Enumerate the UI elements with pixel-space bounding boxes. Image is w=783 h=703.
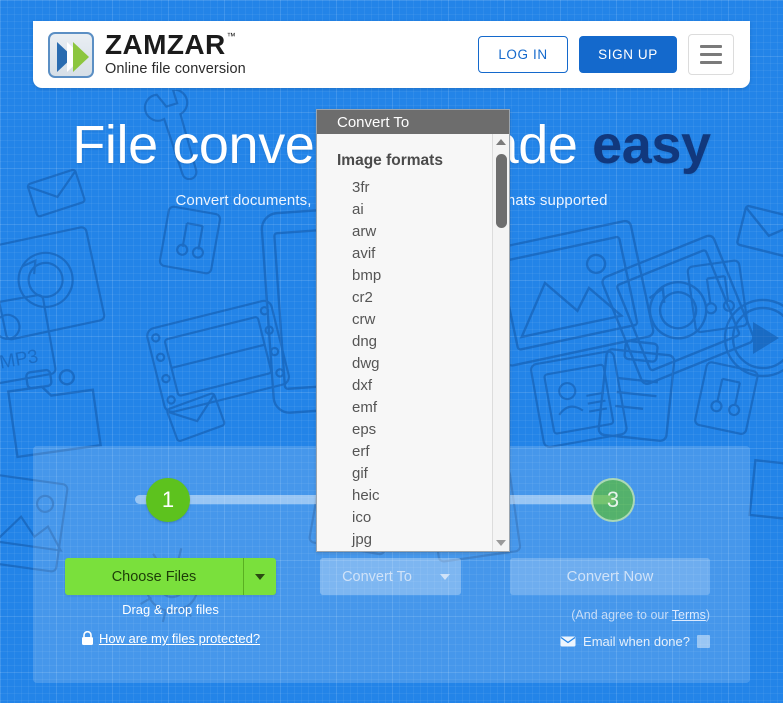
hamburger-menu-icon[interactable] [688, 34, 734, 75]
terms-agreement-text: (And agree to our Terms) [510, 608, 710, 622]
format-option[interactable]: emf [317, 397, 492, 419]
dropdown-body: Image formats 3fr ai arw avif bmp cr2 crw dng dw… [317, 134, 509, 551]
hero-title-accent: easy [592, 115, 711, 175]
wallpaper-mp3-icon: MP3 [0, 293, 57, 385]
brand-tagline: Online file conversion [105, 60, 246, 77]
format-option[interactable]: avif [317, 243, 492, 265]
wallpaper-film-icon [146, 299, 290, 413]
zamzar-logo-icon [48, 31, 94, 78]
format-option[interactable]: jpg [317, 529, 492, 551]
logo[interactable]: ZAMZAR ™ Online file conversion [48, 28, 246, 79]
wallpaper-folder-icon-2 [748, 458, 783, 524]
format-option[interactable]: heic [317, 485, 492, 507]
wallpaper-audio-file-icon [158, 205, 222, 275]
dropdown-scrollbar[interactable] [492, 134, 509, 551]
chevron-down-icon [439, 573, 450, 580]
envelope-icon [560, 636, 576, 647]
format-option[interactable]: eps [317, 419, 492, 441]
step-indicator-3: 3 [591, 478, 635, 522]
format-option[interactable]: gif [317, 463, 492, 485]
menu-bar-1 [700, 45, 722, 48]
wallpaper-audio-icon-3 [694, 361, 759, 435]
format-option[interactable]: 3fr [317, 177, 492, 199]
format-items-container: 3fr ai arw avif bmp cr2 crw dng dwg dxf emf eps erf g… [317, 177, 492, 551]
format-option[interactable]: dxf [317, 375, 492, 397]
convert-to-button[interactable]: Convert To [320, 558, 461, 595]
terms-prefix: (And agree to our [571, 608, 672, 622]
login-button[interactable]: LOG IN [478, 36, 568, 73]
site-header: ZAMZAR ™ Online file conversion LOG IN S… [33, 21, 750, 88]
wallpaper-contact-card-icon [530, 350, 628, 448]
format-option[interactable]: dng [317, 331, 492, 353]
signup-button[interactable]: SIGN UP [579, 36, 677, 73]
menu-bar-3 [700, 61, 722, 64]
svg-text:MP3: MP3 [0, 346, 40, 373]
email-when-done-checkbox[interactable] [697, 635, 710, 648]
menu-bar-2 [700, 53, 722, 56]
wallpaper-mail-icon-2 [166, 392, 226, 443]
scrollbar-thumb[interactable] [496, 154, 507, 228]
format-group-label: Image formats [337, 152, 443, 169]
convert-to-dropdown-panel[interactable]: Convert To Image formats 3fr ai arw avif bmp… [316, 109, 510, 552]
chevron-up-icon [496, 139, 506, 145]
choose-files-button[interactable]: Choose Files [65, 558, 276, 595]
convert-now-button[interactable]: Convert Now [510, 558, 710, 595]
files-protected-link[interactable]: How are my files protected? [99, 631, 260, 646]
wallpaper-play-icon [723, 298, 783, 378]
convert-to-dropdown-toggle[interactable] [428, 558, 461, 595]
scroll-down-button[interactable] [493, 535, 509, 551]
brand-name: ZAMZAR [105, 28, 226, 60]
dropdown-header: Convert To [317, 110, 509, 134]
format-option[interactable]: ico [317, 507, 492, 529]
wallpaper-refresh-doc-icon [0, 226, 106, 341]
format-option[interactable]: erf [317, 441, 492, 463]
format-option[interactable]: ai [317, 199, 492, 221]
step-indicator-1: 1 [146, 478, 190, 522]
drag-drop-hint: Drag & drop files [122, 602, 219, 617]
header-actions: LOG IN SIGN UP [478, 34, 734, 75]
terms-link[interactable]: Terms [672, 608, 706, 622]
format-option[interactable]: dwg [317, 353, 492, 375]
wallpaper-audio-file-icon-2 [686, 259, 749, 334]
lock-icon [81, 631, 93, 645]
page-root: MP3 ZAMZAR ™ Online file conversion LOG … [0, 0, 783, 703]
choose-files-dropdown-toggle[interactable] [243, 558, 276, 595]
scrollbar-track[interactable] [493, 150, 509, 535]
wallpaper-mail-icon [736, 204, 783, 259]
terms-suffix: ) [705, 608, 710, 622]
format-list[interactable]: Image formats 3fr ai arw avif bmp cr2 crw dng dw… [317, 134, 492, 551]
scroll-up-button[interactable] [493, 134, 509, 150]
files-protected-row: How are my files protected? [65, 631, 276, 646]
format-option[interactable]: crw [317, 309, 492, 331]
logo-text: ZAMZAR ™ Online file conversion [105, 28, 246, 79]
email-when-done-label: Email when done? [583, 634, 690, 649]
convert-to-label: Convert To [342, 568, 412, 585]
format-option[interactable]: cr2 [317, 287, 492, 309]
chevron-down-icon [255, 573, 265, 580]
wallpaper-camera-doc-icon [601, 234, 755, 385]
format-option[interactable]: bmp [317, 265, 492, 287]
choose-files-label: Choose Files [111, 568, 197, 585]
chevron-down-icon [496, 540, 506, 546]
trademark-symbol: ™ [226, 30, 236, 41]
email-when-done-row: Email when done? [510, 634, 710, 649]
format-option[interactable]: arw [317, 221, 492, 243]
